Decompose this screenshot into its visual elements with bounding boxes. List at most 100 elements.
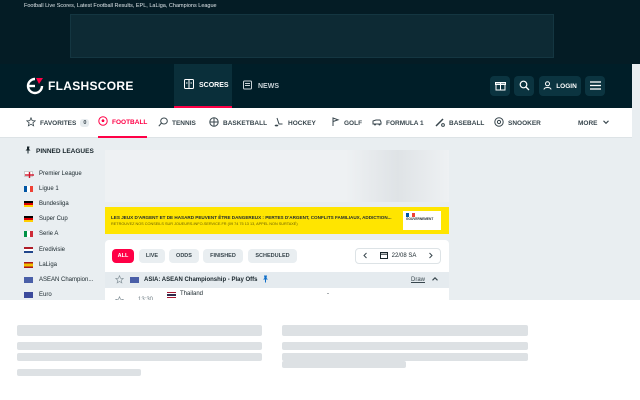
menu-button[interactable] (585, 76, 605, 96)
pinned-league-item[interactable]: ASEAN Champion... (24, 272, 100, 287)
date-picker[interactable]: 22/08 SA (355, 248, 441, 264)
hockey-icon (274, 117, 284, 129)
star-icon[interactable] (114, 274, 125, 286)
placeholder-line (282, 342, 528, 350)
tab-news[interactable]: NEWS (233, 64, 287, 108)
favorites-count: 0 (80, 119, 90, 127)
italy-flag-icon (24, 231, 33, 238)
pinned-league-item[interactable]: Premier League (24, 166, 100, 181)
pinned-league-item[interactable]: Ligue 1 (24, 181, 100, 196)
chevron-up-icon[interactable] (431, 275, 439, 285)
sport-baseball-label: BASEBALL (449, 119, 485, 127)
main-header: FLASHSCORE SCORES NEWS LOGIN (0, 64, 632, 108)
pinned-league-label: Super Cup (39, 216, 68, 223)
pinned-league-label: Bundesliga (39, 200, 69, 207)
sport-basketball[interactable]: BASKETBALL (209, 108, 267, 138)
placeholder-line (282, 325, 528, 336)
hamburger-icon (589, 80, 601, 92)
pinned-leagues-header: PINNED LEAGUES (24, 146, 100, 156)
sport-more[interactable]: MORE (578, 108, 610, 138)
tennis-icon (158, 117, 168, 129)
league-header-label: ASIA: ASEAN Championship - Play Offs (144, 277, 258, 283)
snooker-icon (494, 117, 504, 129)
filter-scheduled[interactable]: SCHEDULED (248, 249, 297, 263)
football-icon (98, 116, 108, 128)
placeholder-line (17, 325, 262, 336)
basketball-icon (209, 117, 219, 129)
placeholder-line (17, 369, 141, 376)
sport-formula1[interactable]: FORMULA 1 (372, 108, 424, 138)
sport-more-label: MORE (578, 119, 598, 127)
pinned-league-label: Eredivisie (39, 246, 66, 253)
star-icon (25, 116, 37, 129)
home-score: - (327, 291, 329, 297)
scoreboard-icon (184, 79, 194, 91)
tab-scores[interactable]: SCORES (174, 64, 232, 108)
sport-baseball[interactable]: BASEBALL (435, 108, 484, 138)
gambling-warning-banner[interactable]: LES JEUX D'ARGENT ET DE HASARD PEUVENT Ê… (105, 207, 449, 234)
gift-icon (494, 80, 506, 93)
flashscore-logo[interactable]: FLASHSCORE (26, 77, 134, 95)
search-icon (519, 80, 530, 93)
europe-flag-icon (24, 292, 33, 299)
top-ad-slot[interactable] (70, 14, 554, 58)
asia-flag-icon (24, 276, 33, 283)
pinned-league-item[interactable]: Bundesliga (24, 196, 100, 211)
spain-flag-icon (24, 261, 33, 268)
sport-snooker[interactable]: SNOOKER (494, 108, 541, 138)
search-button[interactable] (514, 76, 534, 96)
pinned-league-label: Premier League (39, 170, 82, 177)
pin-icon (24, 146, 32, 156)
pinned-league-label: LaLiga (39, 261, 58, 268)
chevron-right-icon[interactable] (427, 252, 434, 261)
pinned-league-item[interactable]: LaLiga (24, 257, 100, 272)
top-banner: Football Live Scores, Latest Football Re… (0, 0, 640, 64)
sport-football-label: FOOTBALL (112, 118, 148, 126)
sport-football[interactable]: FOOTBALL (98, 108, 148, 138)
flashscore-logo-icon (26, 77, 44, 95)
sport-favorites[interactable]: FAVORITES 0 (25, 108, 90, 138)
chevron-down-icon (602, 118, 610, 128)
chevron-left-icon[interactable] (362, 252, 369, 261)
draw-link[interactable]: Draw (411, 277, 425, 283)
baseball-icon (435, 117, 445, 129)
league-header-row[interactable]: ASIA: ASEAN Championship - Play Offs Dra… (105, 272, 449, 288)
date-label: 22/08 SA (391, 253, 417, 259)
pinned-league-label: Euro (39, 292, 52, 299)
pin-icon[interactable] (262, 275, 269, 285)
pinned-leagues-title: PINNED LEAGUES (36, 147, 94, 155)
pinned-league-item[interactable]: Super Cup (24, 212, 100, 227)
pinned-league-item[interactable]: Eredivisie (24, 242, 100, 257)
main-ad-slot[interactable] (105, 150, 449, 202)
england-flag-icon (24, 170, 34, 178)
golf-icon (330, 117, 340, 129)
sport-tennis-label: TENNIS (172, 119, 196, 127)
sport-tennis[interactable]: TENNIS (158, 108, 196, 138)
filter-live[interactable]: LIVE (139, 249, 165, 263)
sport-hockey-label: HOCKEY (288, 119, 316, 127)
pinned-league-item[interactable]: Serie A (24, 227, 100, 242)
sport-formula1-label: FORMULA 1 (386, 119, 424, 127)
sport-hockey[interactable]: HOCKEY (274, 108, 316, 138)
pinned-league-label: Serie A (39, 231, 59, 238)
germany-flag-icon (24, 216, 33, 223)
asia-flag-icon (130, 277, 139, 283)
sports-nav: FAVORITES 0 FOOTBALL TENNIS BASKETBALL H… (0, 108, 632, 138)
sport-basketball-label: BASKETBALL (223, 119, 268, 127)
sport-golf[interactable]: GOLF (330, 108, 362, 138)
gift-button[interactable] (490, 76, 510, 96)
france-flag-icon (24, 185, 33, 192)
placeholder-line (17, 342, 262, 350)
netherlands-flag-icon (24, 246, 33, 253)
filter-odds[interactable]: ODDS (169, 249, 199, 263)
date-display[interactable]: 22/08 SA (379, 251, 417, 261)
government-badge: GOUVERNEMENT (403, 211, 441, 230)
government-label: GOUVERNEMENT (406, 217, 434, 221)
brand-name: FLASHSCORE (48, 79, 134, 93)
login-button[interactable]: LOGIN (539, 76, 581, 96)
tab-news-label: NEWS (258, 82, 279, 90)
filter-finished[interactable]: FINISHED (203, 249, 243, 263)
gambling-warning-headline: LES JEUX D'ARGENT ET DE HASARD PEUVENT Ê… (111, 215, 392, 220)
germany-flag-icon (24, 200, 33, 207)
filter-all[interactable]: ALL (112, 249, 134, 263)
